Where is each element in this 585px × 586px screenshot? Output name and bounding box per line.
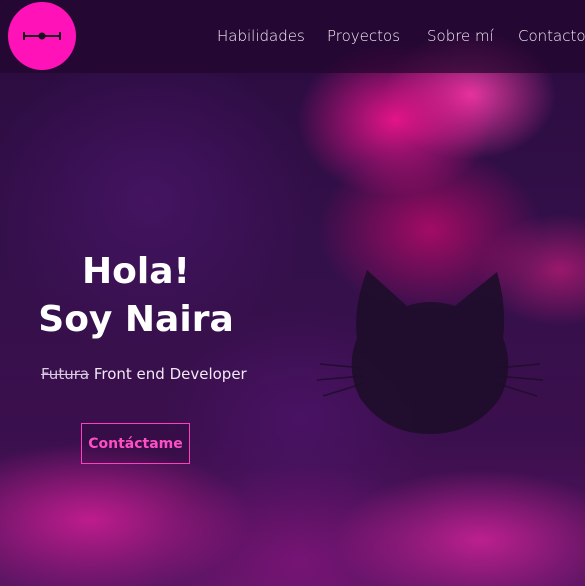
barbell-line-icon: [23, 32, 61, 40]
nav-link-habilidades[interactable]: Habilidades: [217, 27, 305, 45]
nav-link-sobre-mi[interactable]: Sobre mí: [427, 27, 494, 45]
subtitle-role: Front end Developer: [93, 365, 247, 383]
navbar: Habilidades Proyectos Sobre mí Contacto: [0, 0, 585, 73]
nav-link-proyectos[interactable]: Proyectos: [327, 27, 400, 45]
hero-name: Soy Naira: [38, 299, 234, 340]
subtitle-struck-word: Futura: [41, 365, 90, 383]
hero-greeting: Hola!: [82, 251, 190, 292]
nav-link-contacto[interactable]: Contacto: [518, 27, 585, 45]
contact-button[interactable]: Contáctame: [81, 423, 190, 464]
hero-subtitle: Futura Front end Developer: [41, 365, 247, 383]
logo[interactable]: [8, 2, 76, 70]
cat-silhouette-icon: [316, 270, 544, 434]
